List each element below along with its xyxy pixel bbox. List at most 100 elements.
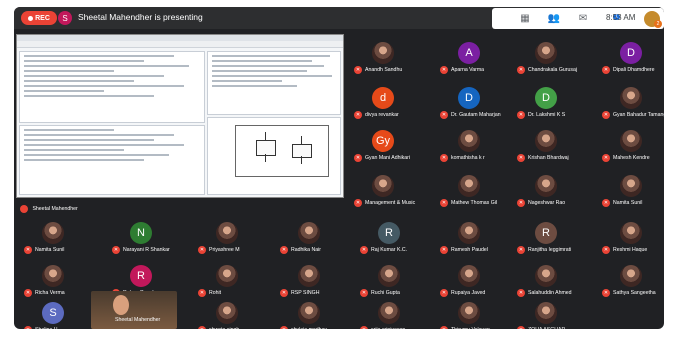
participant-name: Mahesh Kendre: [613, 155, 650, 161]
mic-off-icon: ✕: [198, 289, 206, 297]
mic-off-icon: ✕: [440, 326, 448, 329]
presenter-tile-label: Sheetal Mahendher: [20, 200, 78, 218]
participant-avatar: [216, 222, 238, 244]
participant-avatar: [372, 175, 394, 197]
participant-avatar: [620, 87, 642, 109]
code-line: [24, 85, 184, 87]
participant-avatar: [216, 265, 238, 287]
boxplot-box: [256, 140, 276, 156]
people-icon[interactable]: 👥: [547, 12, 561, 24]
participant-avatar: [372, 42, 394, 64]
participant-tile[interactable]: ✕ Mahesh Kendre: [602, 130, 664, 164]
participant-avatar: [620, 265, 642, 287]
participant-tile[interactable]: ✕ Sathya Sangeetha: [602, 265, 664, 299]
participant-name: Ranjitha Ieggimrati: [528, 247, 572, 253]
participant-name: Anandh Sandhu: [365, 67, 403, 73]
participant-tile[interactable]: ✕ZOHA ASGHAR: [517, 302, 657, 329]
participant-tile[interactable]: D ✕ Dipali Dhamdhere: [602, 42, 664, 76]
participant-name: Sathya Sangeetha: [613, 290, 656, 296]
participant-name: ZOHA ASGHAR: [528, 327, 565, 329]
participant-name: Nageshwar Rao: [528, 200, 566, 206]
meeting-window: REC S Sheetal Mahendher is presenting ▦ …: [14, 7, 664, 329]
recording-label: REC: [35, 14, 50, 22]
mic-off-icon: ✕: [280, 246, 288, 254]
env-line: [212, 75, 332, 77]
mic-off-icon: ✕: [440, 246, 448, 254]
participant-avatar: [458, 130, 480, 152]
mic-off-icon: ✕: [24, 326, 32, 329]
mic-off-icon: ✕: [517, 246, 525, 254]
participant-avatar: D: [458, 87, 480, 109]
participant-name: Dr. Gautam Maharjan: [451, 112, 501, 118]
participant-tile[interactable]: ✕ Reshmi Haque: [602, 222, 664, 256]
mic-off-icon: ✕: [354, 66, 362, 74]
boxplot-whisker: [265, 154, 266, 162]
participant-name: Rohit: [209, 290, 222, 296]
participant-name: Chandrakala Gurusaj: [528, 67, 578, 73]
participant-avatar: [535, 175, 557, 197]
mic-off-icon: ✕: [24, 246, 32, 254]
mic-off-icon: ✕: [24, 289, 32, 297]
participant-name: Salahuddin Ahmed: [528, 290, 572, 296]
participant-avatar: Gy: [372, 130, 394, 152]
chat-icon[interactable]: ✉ 1: [576, 12, 620, 24]
participant-avatar: [620, 222, 642, 244]
participant-avatar: [620, 130, 642, 152]
code-line: [24, 95, 154, 97]
mic-off-icon: ✕: [354, 111, 362, 119]
participant-name: Management & Music: [365, 200, 416, 206]
mic-off-icon: ✕: [602, 111, 610, 119]
code-line: [24, 60, 144, 62]
mic-off-icon: ✕: [440, 289, 448, 297]
env-line: [212, 70, 307, 72]
mic-off-icon: ✕: [354, 199, 362, 207]
participant-avatar: R: [535, 222, 557, 244]
participant-name: Aparna Varma: [451, 67, 485, 73]
participant-name: Namita Sunil: [35, 247, 65, 253]
code-line: [24, 65, 189, 67]
participant-avatar: [458, 175, 480, 197]
participant-tile[interactable]: ✕ Gyan Bahadur Tamang: [602, 87, 664, 121]
participant-name: Rupaiya Javed: [451, 290, 486, 296]
mic-off-icon: ✕: [360, 246, 368, 254]
env-line: [212, 85, 297, 87]
self-view-video: Sheetal Mahendher: [91, 291, 177, 329]
mic-off-icon: ✕: [440, 199, 448, 207]
participant-avatar: [216, 302, 238, 324]
rstudio-console-pane: [19, 51, 205, 123]
output-line: [24, 144, 184, 146]
participant-name: shylaja madhav: [291, 327, 327, 329]
mic-off-icon: ✕: [517, 199, 525, 207]
participant-name: Mathew Thomas Gil: [451, 200, 498, 206]
participant-name: Gyan Mani Adhikari: [365, 155, 410, 161]
participant-tile[interactable]: ✕ Namita Sunil: [602, 175, 664, 209]
shared-screen[interactable]: [16, 34, 344, 198]
mic-off-icon: ✕: [280, 289, 288, 297]
participant-avatar: [298, 265, 320, 287]
participant-avatar: [535, 130, 557, 152]
participant-avatar: [535, 265, 557, 287]
mic-off-icon: ✕: [602, 199, 610, 207]
participant-avatar: [378, 302, 400, 324]
mic-off-icon: ✕: [198, 326, 206, 329]
code-line: [24, 75, 164, 77]
participant-avatar: [42, 265, 64, 287]
participant-avatar: R: [130, 265, 152, 287]
presenting-status: Sheetal Mahendher is presenting: [78, 12, 203, 22]
output-line: [24, 134, 174, 136]
output-line: [24, 129, 114, 131]
self-name: Sheetal Mahendher: [115, 317, 161, 323]
output-line: [24, 139, 154, 141]
mic-off-icon: ✕: [517, 326, 525, 329]
participant-avatar: R: [378, 222, 400, 244]
grid-layout-icon[interactable]: ▦: [518, 12, 532, 24]
mic-off-icon: ✕: [517, 154, 525, 162]
env-line: [212, 60, 312, 62]
participant-name: Krishan Bhardwaj: [528, 155, 569, 161]
mic-off-icon: ✕: [280, 326, 288, 329]
participant-avatar: [458, 222, 480, 244]
participant-name: Gyan Bahadur Tamang: [613, 112, 664, 118]
boxplot-chart: [235, 125, 329, 177]
participant-avatar: [458, 302, 480, 324]
participant-avatar: S: [42, 302, 64, 324]
